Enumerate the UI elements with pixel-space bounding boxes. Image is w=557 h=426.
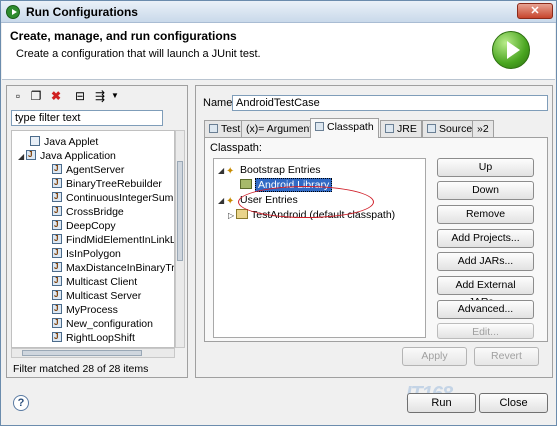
project-icon (236, 209, 248, 219)
java-applet-icon (30, 136, 40, 146)
classpath-label: Classpath: (210, 142, 262, 154)
tree-item[interactable]: New_configuration (52, 316, 153, 331)
java-config-icon (52, 302, 62, 316)
remove-button[interactable]: Remove (437, 205, 534, 224)
java-config-icon (52, 274, 62, 288)
more-tabs-button[interactable]: »2 (472, 120, 494, 137)
tree-item[interactable]: Multicast Client (52, 274, 137, 289)
entries-group-icon: ✦ (226, 166, 235, 177)
window-close-button[interactable]: ✕ (517, 3, 553, 19)
down-button[interactable]: Down (437, 181, 534, 200)
junit-icon (209, 124, 218, 133)
filter-menu-chevron-icon[interactable]: ▼ (108, 89, 122, 103)
classpath-icon (315, 122, 324, 131)
tree-item[interactable]: Java Applet (30, 135, 98, 149)
filter-input[interactable] (11, 110, 163, 126)
tree-item[interactable]: FindMidElementInLinkList (52, 232, 174, 247)
edit-button[interactable]: Edit... (437, 323, 534, 339)
classpath-tab-body: Classpath: ◢ ✦ Bootstrap Entries Android L… (204, 137, 548, 342)
tree-item[interactable]: DeepCopy (52, 218, 116, 233)
add-projects-button[interactable]: Add Projects... (437, 229, 534, 248)
advanced-button[interactable]: Advanced... (437, 300, 534, 319)
window-title: Run Configurations (26, 5, 138, 19)
tree-item[interactable]: BinaryTreeRebuilder (52, 176, 162, 191)
add-jars-button[interactable]: Add JARs... (437, 252, 534, 271)
tree-horizontal-scrollbar[interactable] (11, 348, 175, 358)
collapse-icon[interactable]: ◢ (18, 150, 26, 164)
tab-jre[interactable]: JRE (380, 120, 422, 137)
expand-icon[interactable]: ▷ (228, 208, 236, 223)
tree-item-bootstrap[interactable]: ◢ ✦ Bootstrap Entries (218, 163, 321, 178)
library-icon (240, 179, 252, 189)
java-config-icon (52, 316, 62, 330)
tab-test[interactable]: Test (204, 120, 246, 137)
java-config-icon (52, 246, 62, 260)
java-config-icon (52, 176, 62, 190)
header-title: Create, manage, and run configurations (10, 29, 237, 43)
java-config-icon (52, 232, 62, 246)
highlight-ellipse (238, 186, 374, 218)
java-config-icon (52, 204, 62, 218)
configuration-editor: Name: Test (x)= Arguments Classpath JRE … (195, 85, 553, 378)
run-button[interactable]: Run (407, 393, 476, 413)
tab-classpath[interactable]: Classpath (310, 118, 379, 138)
config-tabs: Test (x)= Arguments Classpath JRE Source… (204, 118, 548, 138)
tree-item[interactable]: MaxDistanceInBinaryTree (52, 260, 174, 275)
new-config-icon[interactable]: ▫ (11, 89, 25, 103)
dialog-header: Create, manage, and run configurations C… (2, 23, 555, 80)
tree-item[interactable]: RightLoopShift (52, 330, 135, 345)
tree-item[interactable]: IsInPolygon (52, 246, 121, 261)
header-subtitle: Create a configuration that will launch … (16, 48, 261, 60)
tree-item[interactable]: AgentServer (52, 162, 124, 177)
filter-icon[interactable]: ⇶ (93, 89, 107, 103)
run-configurations-window: Run Configurations ✕ Create, manage, and… (0, 0, 557, 426)
apply-button[interactable]: Apply (402, 347, 467, 366)
duplicate-icon[interactable]: ❐ (29, 89, 43, 103)
source-icon (427, 124, 436, 133)
java-config-icon (52, 288, 62, 302)
delete-icon[interactable]: ✖ (49, 89, 63, 103)
tree-item[interactable]: CrossBridge (52, 204, 124, 219)
java-config-icon (52, 190, 62, 204)
java-config-icon (52, 330, 62, 344)
run-banner-icon (492, 31, 530, 69)
tree-item[interactable]: ◢Java Application (18, 148, 116, 164)
revert-button[interactable]: Revert (474, 347, 539, 366)
collapse-icon[interactable]: ◢ (218, 163, 226, 178)
classpath-tree: ◢ ✦ Bootstrap Entries Android Library ◢ ✦ Us… (213, 158, 426, 338)
run-icon (6, 5, 20, 19)
name-field[interactable] (232, 95, 548, 111)
tree-item[interactable]: Multicast Server (52, 288, 141, 303)
close-button[interactable]: Close (479, 393, 548, 413)
tree-item[interactable]: ContinuousIntegerSum (52, 190, 173, 205)
scroll-thumb[interactable] (177, 161, 183, 261)
up-button[interactable]: Up (437, 158, 534, 177)
java-config-icon (52, 218, 62, 232)
collapse-all-icon[interactable]: ⊟ (73, 89, 87, 103)
tab-source[interactable]: Source (422, 120, 478, 137)
config-tree: Java Applet ◢Java Application AgentServe… (11, 130, 175, 348)
java-config-icon (52, 162, 62, 176)
scroll-thumb[interactable] (22, 350, 142, 356)
java-config-icon (52, 260, 62, 274)
title-bar[interactable]: Run Configurations ✕ (1, 1, 556, 23)
tree-item[interactable]: MyProcess (52, 302, 118, 317)
java-app-icon (26, 148, 36, 162)
jre-icon (385, 124, 394, 133)
name-label: Name: (203, 97, 236, 109)
entries-group-icon: ✦ (226, 196, 235, 207)
tree-vertical-scrollbar[interactable] (175, 130, 185, 348)
config-toolbar: ▫ ❐ ✖ ⊟ ⇶ ▼ (11, 88, 181, 106)
filter-status: Filter matched 28 of 28 items (13, 363, 149, 375)
add-external-jars-button[interactable]: Add External JARs... (437, 276, 534, 308)
configurations-pane: ▫ ❐ ✖ ⊟ ⇶ ▼ Java Applet ◢Java Applicatio… (6, 85, 188, 378)
collapse-icon[interactable]: ◢ (218, 193, 226, 208)
help-icon[interactable]: ? (13, 395, 29, 411)
